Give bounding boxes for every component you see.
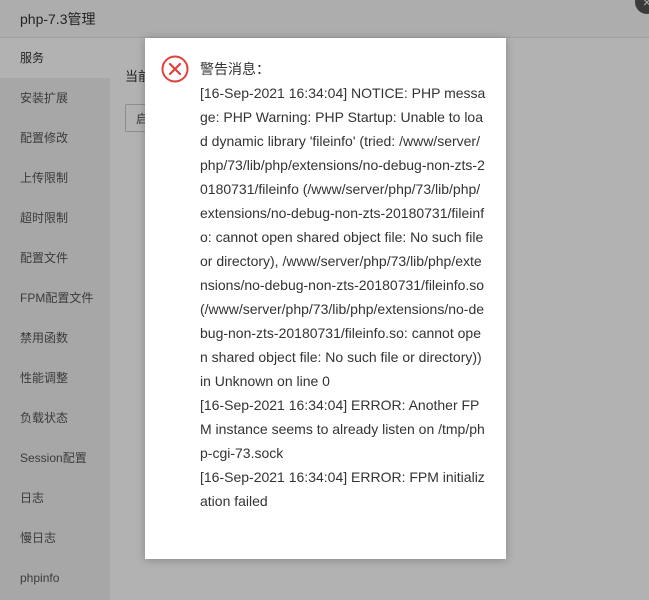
- log-line: [16-Sep-2021 16:34:04] ERROR: Another FP…: [200, 397, 485, 461]
- dialog-message: 警告消息： [16-Sep-2021 16:34:04] NOTICE: PHP…: [200, 57, 486, 513]
- dialog-heading: 警告消息：: [200, 61, 270, 77]
- error-icon: [161, 55, 189, 83]
- log-line: [16-Sep-2021 16:34:04] NOTICE: PHP messa…: [200, 85, 486, 389]
- log-line: [16-Sep-2021 16:34:04] ERROR: FPM initia…: [200, 469, 485, 509]
- warning-dialog: 警告消息： [16-Sep-2021 16:34:04] NOTICE: PHP…: [145, 38, 506, 559]
